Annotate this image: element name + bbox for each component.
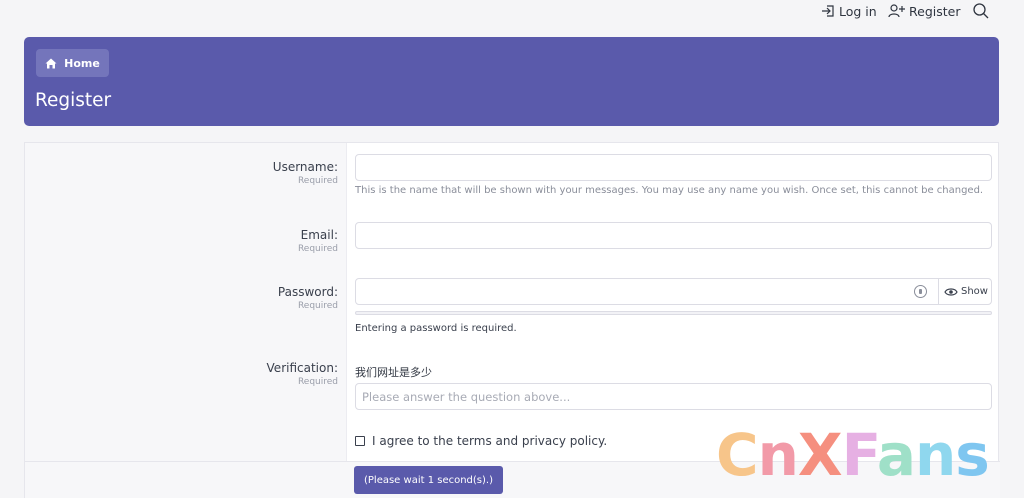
login-label: Log in <box>839 3 877 19</box>
show-password-button[interactable]: Show <box>938 279 993 304</box>
username-required: Required <box>297 176 338 186</box>
email-input[interactable] <box>355 222 992 249</box>
eye-icon <box>944 287 958 296</box>
watermark-logo: CnXFans <box>716 421 990 489</box>
breadcrumb-home-label: Home <box>64 56 100 70</box>
password-message: Entering a password is required. <box>355 323 517 334</box>
search-icon <box>973 3 989 19</box>
page-title: Register <box>35 90 112 111</box>
breadcrumb-home[interactable]: Home <box>36 49 109 77</box>
page-header: Home Register <box>24 37 999 126</box>
terms-checkbox-row[interactable]: I agree to the terms and privacy policy. <box>355 434 607 448</box>
register-label: Register <box>909 3 961 19</box>
email-required: Required <box>297 244 338 254</box>
verification-label: Verification: <box>266 361 338 375</box>
search-button[interactable] <box>972 2 990 20</box>
add-user-icon <box>888 4 905 18</box>
password-required: Required <box>297 301 338 311</box>
username-hint: This is the name that will be shown with… <box>355 185 984 196</box>
email-label: Email: <box>300 228 338 242</box>
password-manager-icon[interactable] <box>914 285 927 298</box>
register-link[interactable]: Register <box>888 3 960 19</box>
terms-checkbox[interactable] <box>355 436 365 446</box>
login-link[interactable]: Log in <box>820 3 877 19</box>
login-icon <box>822 5 834 17</box>
verification-required: Required <box>297 377 338 387</box>
password-strength-meter <box>355 311 992 315</box>
username-label: Username: <box>272 160 338 174</box>
password-input[interactable]: Show <box>355 278 992 305</box>
verification-input[interactable]: Please answer the question above... <box>355 383 992 410</box>
show-password-label: Show <box>961 286 988 297</box>
register-submit-button[interactable]: (Please wait 1 second(s).) <box>354 466 503 494</box>
terms-label: I agree to the terms and privacy policy. <box>372 434 608 448</box>
top-navigation: Log in Register <box>0 0 1024 26</box>
home-icon <box>45 58 57 68</box>
verification-question: 我们网址是多少 <box>355 366 432 379</box>
username-input[interactable] <box>355 154 992 181</box>
password-label: Password: <box>277 285 338 299</box>
